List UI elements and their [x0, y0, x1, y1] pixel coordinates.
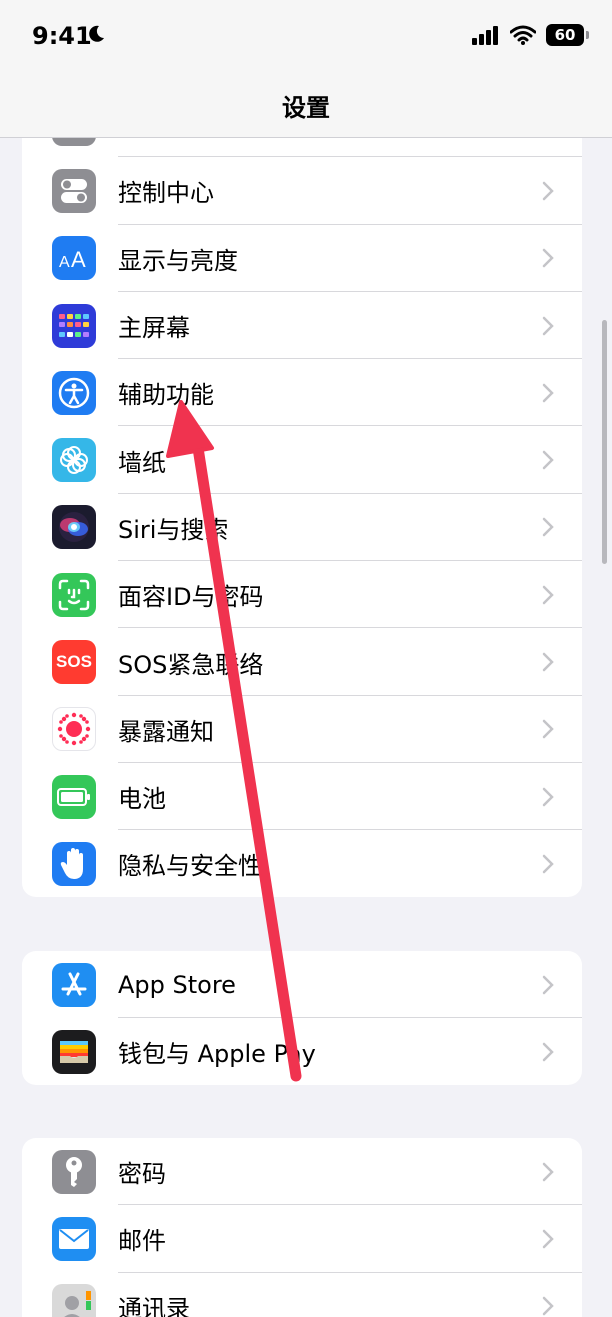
sos-icon: SOS — [52, 640, 96, 685]
settings-row-control-center[interactable]: 控制中心 — [22, 157, 582, 225]
settings-row-display-brightness[interactable]: A A 显示与亮度 — [22, 225, 582, 292]
settings-row-emergency-sos[interactable]: SOS SOS紧急联络 — [22, 628, 582, 696]
settings-row-passwords[interactable]: 密码 — [22, 1138, 582, 1206]
settings-row-siri-search[interactable]: Siri与搜索 — [22, 494, 582, 562]
battery-level: 60 — [554, 26, 576, 44]
wallet-icon — [52, 1029, 96, 1074]
row-label: 电池 — [118, 785, 166, 814]
chevron-right-icon — [542, 854, 554, 874]
row-label: 主屏幕 — [118, 314, 190, 343]
svg-text:A: A — [71, 247, 86, 271]
status-time: 9:41 — [32, 22, 92, 50]
chevron-right-icon — [542, 652, 554, 672]
top-bar: 9:41 60 设置 — [0, 0, 612, 138]
wifi-icon — [510, 25, 536, 45]
settings-group-store: App Store 钱包与 Apple Pay — [22, 951, 582, 1085]
battery-icon — [52, 774, 96, 819]
row-label: SOS紧急联络 — [118, 650, 264, 679]
chevron-right-icon — [542, 787, 554, 806]
settings-row-wallpaper[interactable]: 墙纸 — [22, 426, 582, 494]
cellular-signal-icon — [472, 26, 498, 45]
row-label: 辅助功能 — [118, 381, 214, 410]
settings-row-exposure-notifications[interactable]: 暴露通知 — [22, 696, 582, 763]
chevron-right-icon — [542, 585, 554, 604]
row-label: 面容ID与密码 — [118, 583, 264, 612]
status-indicators: 60 — [472, 24, 589, 46]
row-label: 通讯录 — [118, 1294, 190, 1317]
settings-row-mail[interactable]: 邮件 — [22, 1205, 582, 1273]
key-icon — [52, 1149, 96, 1194]
row-label: App Store — [118, 970, 236, 999]
settings-group-general: 控制中心 A A 显示与亮度 主屏幕 辅助功能 墙纸 Siri与搜索 面容ID与… — [22, 90, 582, 897]
mail-icon — [52, 1216, 96, 1261]
control-center-icon — [52, 168, 96, 213]
page-title: 设置 — [282, 94, 330, 122]
settings-row-privacy-security[interactable]: 隐私与安全性 — [22, 830, 582, 897]
chevron-right-icon — [542, 450, 554, 470]
moon-icon — [89, 25, 104, 42]
siri-icon — [52, 505, 96, 550]
row-label: 钱包与 Apple Pay — [118, 1040, 316, 1069]
settings-row-face-id[interactable]: 面容ID与密码 — [22, 561, 582, 629]
chevron-right-icon — [542, 316, 554, 335]
row-label: 控制中心 — [118, 179, 214, 208]
chevron-right-icon — [542, 1162, 554, 1181]
app-store-icon — [52, 962, 96, 1007]
accessibility-icon — [52, 370, 96, 415]
row-label: 墙纸 — [118, 448, 166, 477]
chevron-right-icon — [542, 720, 554, 739]
chevron-right-icon — [542, 1296, 554, 1316]
settings-row-battery[interactable]: 电池 — [22, 763, 582, 831]
face-id-icon — [52, 572, 96, 617]
home-screen-icon — [52, 303, 96, 348]
chevron-right-icon — [542, 518, 554, 537]
row-label: 显示与亮度 — [118, 246, 238, 275]
settings-row-contacts[interactable]: 通讯录 — [22, 1273, 582, 1317]
sos-icon-text: SOS — [56, 652, 92, 672]
chevron-right-icon — [542, 1229, 554, 1249]
row-label: 隐私与安全性 — [118, 852, 262, 881]
row-label: 邮件 — [118, 1227, 166, 1256]
row-label: Siri与搜索 — [118, 515, 229, 544]
row-label: 暴露通知 — [118, 717, 214, 746]
settings-row-wallet-apple-pay[interactable]: 钱包与 Apple Pay — [22, 1018, 582, 1085]
scrollbar-thumb[interactable] — [602, 320, 607, 564]
settings-group-apps: 密码 邮件 通讯录 — [22, 1138, 582, 1317]
settings-row-app-store[interactable]: App Store — [22, 951, 582, 1019]
chevron-right-icon — [542, 975, 554, 994]
chevron-right-icon — [542, 1042, 554, 1062]
chevron-right-icon — [542, 383, 554, 403]
wallpaper-icon — [52, 438, 96, 483]
chevron-right-icon — [542, 181, 554, 201]
display-brightness-icon: A A — [52, 236, 96, 281]
battery-indicator: 60 — [546, 24, 589, 46]
chevron-right-icon — [542, 248, 554, 268]
privacy-hand-icon — [52, 841, 96, 886]
svg-text:A: A — [59, 254, 70, 271]
contacts-icon — [52, 1284, 96, 1317]
settings-screen: 9:41 60 设置 控制中心 A A 显示与亮度 主屏幕 辅助功能 墙纸 Si… — [0, 0, 612, 1317]
row-label: 密码 — [118, 1160, 166, 1189]
exposure-notification-icon — [52, 707, 96, 752]
settings-row-home-screen[interactable]: 主屏幕 — [22, 292, 582, 360]
settings-row-accessibility[interactable]: 辅助功能 — [22, 359, 582, 427]
